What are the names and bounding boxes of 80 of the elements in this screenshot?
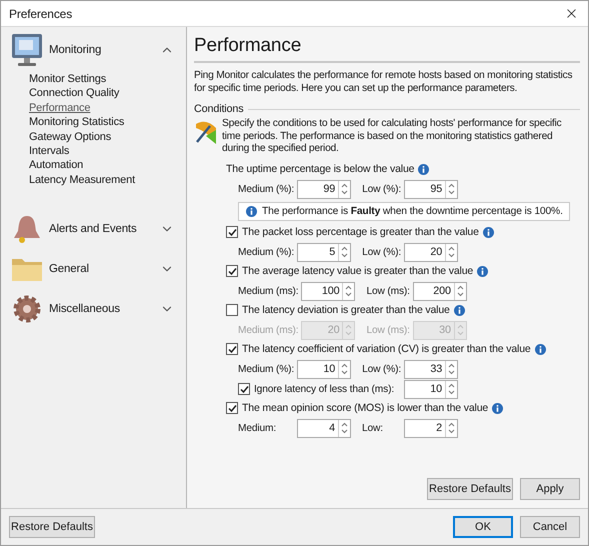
restore-defaults-button[interactable]: Restore Defaults — [427, 478, 513, 500]
spin-arrows-icon[interactable] — [448, 363, 456, 376]
field-label: Low (ms): — [366, 324, 411, 336]
field-label: Medium (%): — [238, 184, 296, 195]
spin-arrows-icon[interactable] — [341, 183, 348, 196]
condition-label: The average latency value is greater than the value — [242, 265, 474, 278]
restore-defaults-button[interactable]: Restore Defaults — [9, 516, 95, 538]
info-icon[interactable] — [454, 304, 465, 316]
field-label: Medium (%): — [238, 364, 296, 375]
number-field[interactable]: 4 — [297, 418, 351, 438]
field-label: Medium (ms): — [238, 324, 300, 336]
sidebar-group[interactable]: Miscellaneous — [1, 289, 186, 330]
number-field[interactable]: 10 — [404, 380, 458, 399]
spin-arrows-icon[interactable] — [448, 383, 455, 396]
sidebar-item[interactable]: Intervals — [29, 144, 70, 158]
checkbox[interactable] — [226, 265, 238, 278]
monitor-icon — [11, 32, 43, 68]
field-label: Ignore latency of less than (ms): — [254, 384, 396, 395]
spin-arrows-icon[interactable] — [341, 363, 348, 376]
checkbox[interactable] — [226, 226, 238, 238]
checkbox[interactable] — [226, 402, 238, 414]
spin-arrows-icon[interactable] — [456, 285, 464, 298]
info-icon[interactable] — [246, 206, 257, 217]
apply-button[interactable]: Apply — [520, 478, 580, 500]
number-field[interactable]: 10 — [297, 360, 352, 379]
window-title: Preferences — [9, 6, 72, 20]
sidebar-item[interactable]: Latency Measurement — [29, 172, 135, 188]
sidebar-item[interactable]: Automation — [29, 158, 84, 173]
description-text: Ping Monitor calculates the performance for remote hosts based on monitoring statistics for specific time periods. Here you can set up the performance parameters. — [194, 69, 574, 95]
sidebar-group[interactable]: Alerts and Events — [1, 209, 186, 250]
field-label: Low (%): — [362, 364, 402, 375]
number-field[interactable]: 95 — [404, 180, 458, 199]
number-field[interactable]: 20 — [404, 242, 458, 262]
field-label: Low: — [362, 422, 384, 434]
field-label: Low (%): — [362, 246, 402, 258]
field-label: Low (%): — [362, 184, 402, 195]
page-title: Performance — [194, 34, 302, 58]
condition-label: The mean opinion score (MOS) is lower than the value — [242, 402, 488, 414]
checkbox[interactable] — [226, 343, 238, 356]
spin-arrows-icon[interactable] — [341, 246, 348, 258]
condition-label: The uptime percentage is below the value — [226, 163, 414, 176]
gear-icon — [11, 293, 43, 326]
sidebar-group[interactable]: Monitoring — [1, 30, 186, 70]
sidebar-group[interactable]: General — [1, 249, 186, 290]
cancel-button[interactable]: Cancel — [520, 516, 580, 538]
spin-arrows-icon[interactable] — [345, 285, 352, 298]
number-field[interactable]: 100 — [301, 282, 356, 301]
condition-label: The latency coefficient of variation (CV) is greater than the value — [242, 343, 531, 356]
spin-arrows-icon[interactable] — [341, 422, 348, 434]
number-field[interactable]: 2 — [404, 418, 458, 438]
checkbox[interactable] — [226, 304, 238, 316]
number-field[interactable]: 99 — [297, 180, 352, 199]
info-icon[interactable] — [477, 266, 488, 277]
field-label: Medium (ms): — [238, 286, 300, 297]
sidebar-item[interactable]: Monitor Settings — [29, 72, 106, 86]
sidebar-item[interactable]: Connection Quality — [29, 86, 120, 101]
number-field[interactable]: 5 — [297, 242, 352, 262]
condition-label: The packet loss percentage is greater than the value — [242, 226, 479, 238]
spin-arrows-icon[interactable] — [448, 246, 456, 258]
field-label: Medium: — [238, 422, 278, 434]
condition-label: The latency deviation is greater than the value — [242, 304, 450, 316]
bell-icon — [11, 213, 43, 246]
note-text: The performance is Faulty when the downtime percentage is 100%. — [262, 206, 563, 217]
number-field[interactable]: 200 — [412, 282, 467, 301]
section-label: Conditions — [194, 103, 244, 115]
sidebar-item[interactable]: Performance — [29, 100, 90, 116]
info-icon[interactable] — [482, 226, 494, 238]
sidebar-item[interactable]: Gateway Options — [29, 130, 112, 144]
intro-text: Specify the conditions to be used for calculating hosts' performance for specific time periods. The performance is based on the monitoring statistics gathered during the specified period. — [222, 118, 562, 156]
field-label: Medium (%): — [238, 246, 296, 258]
info-icon[interactable] — [492, 402, 504, 414]
info-icon[interactable] — [418, 164, 430, 175]
checkbox[interactable] — [238, 383, 250, 396]
ok-button[interactable]: OK — [453, 516, 513, 538]
field-label: Low (ms): — [366, 286, 411, 297]
info-icon[interactable] — [534, 344, 546, 355]
spin-arrows-icon[interactable] — [448, 422, 455, 434]
spin-arrows-icon[interactable] — [448, 183, 456, 196]
sidebar-item[interactable]: Monitoring Statistics — [29, 115, 124, 130]
number-field[interactable]: 33 — [404, 360, 458, 379]
